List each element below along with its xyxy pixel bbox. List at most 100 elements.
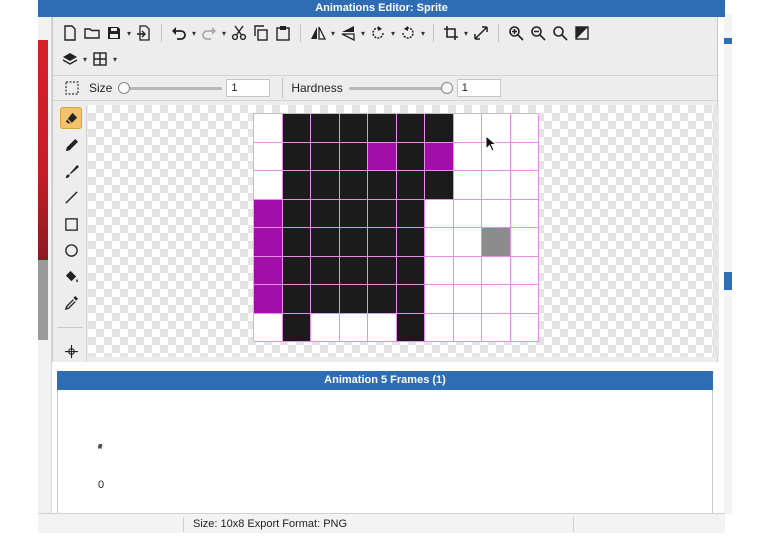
ellipse-icon[interactable]	[60, 239, 82, 261]
pixel-cell[interactable]	[396, 313, 425, 342]
pixel-cell[interactable]	[339, 313, 368, 342]
pixel-cell[interactable]	[254, 171, 283, 200]
pixel-cell[interactable]	[396, 114, 425, 143]
pixel-cell[interactable]	[425, 285, 454, 314]
pixel-cell[interactable]	[368, 171, 397, 200]
fill-bucket-icon[interactable]	[60, 265, 82, 287]
pixel-cell[interactable]	[425, 313, 454, 342]
pixel-cell[interactable]	[453, 256, 482, 285]
pixel-cell[interactable]	[311, 228, 340, 257]
pixel-cell[interactable]	[339, 114, 368, 143]
zoom-out-icon[interactable]	[527, 22, 549, 44]
open-folder-icon[interactable]	[81, 22, 103, 44]
redo-dropdown-caret-icon[interactable]: ▾	[220, 29, 228, 38]
pixel-cell[interactable]	[396, 228, 425, 257]
grid-icon[interactable]	[89, 48, 111, 70]
pixel-cell[interactable]	[396, 285, 425, 314]
pixel-cell[interactable]	[510, 199, 539, 228]
pixel-cell[interactable]	[368, 142, 397, 171]
pixel-cell[interactable]	[368, 285, 397, 314]
pixel-cell[interactable]	[482, 256, 511, 285]
pixel-cell[interactable]	[425, 142, 454, 171]
flip-h-dropdown-caret-icon[interactable]: ▾	[329, 29, 337, 38]
pixel-cell[interactable]	[453, 114, 482, 143]
pixel-cell[interactable]	[482, 228, 511, 257]
pixel-cell[interactable]	[396, 199, 425, 228]
pixel-cell[interactable]	[254, 199, 283, 228]
cut-icon[interactable]	[228, 22, 250, 44]
pixel-cell[interactable]	[453, 142, 482, 171]
pixel-cell[interactable]	[368, 114, 397, 143]
flip-vertical-icon[interactable]	[337, 22, 359, 44]
pixel-cell[interactable]	[425, 171, 454, 200]
pixel-cell[interactable]	[254, 313, 283, 342]
rotate-right-dropdown-caret-icon[interactable]: ▾	[419, 29, 427, 38]
pixel-cell[interactable]	[368, 256, 397, 285]
pixel-cell[interactable]	[282, 114, 311, 143]
zoom-in-icon[interactable]	[505, 22, 527, 44]
pixel-cell[interactable]	[282, 256, 311, 285]
pixel-cell[interactable]	[396, 142, 425, 171]
pixel-cell[interactable]	[482, 199, 511, 228]
pixel-cell[interactable]	[254, 114, 283, 143]
pencil-icon[interactable]	[60, 134, 82, 156]
rectangle-icon[interactable]	[60, 213, 82, 235]
pixel-cell[interactable]	[311, 313, 340, 342]
undo-dropdown-caret-icon[interactable]: ▾	[190, 29, 198, 38]
pixel-cell[interactable]	[339, 256, 368, 285]
pixel-cell[interactable]	[482, 285, 511, 314]
pixel-cell[interactable]	[510, 256, 539, 285]
pixel-cell[interactable]	[368, 313, 397, 342]
pixel-cell[interactable]	[453, 171, 482, 200]
layers-dropdown-caret-icon[interactable]: ▾	[81, 55, 89, 64]
pixel-cell[interactable]	[425, 228, 454, 257]
pixel-cell[interactable]	[339, 142, 368, 171]
rotate-right-icon[interactable]	[397, 22, 419, 44]
pixel-cell[interactable]	[396, 171, 425, 200]
pixel-cell[interactable]	[510, 313, 539, 342]
pixel-cell[interactable]	[282, 142, 311, 171]
pixel-cell[interactable]	[396, 256, 425, 285]
pixel-cell[interactable]	[282, 285, 311, 314]
export-icon[interactable]	[133, 22, 155, 44]
pixel-cell[interactable]	[482, 171, 511, 200]
size-value-field[interactable]: 1	[226, 79, 271, 97]
pixel-cell[interactable]	[311, 171, 340, 200]
rotate-left-icon[interactable]	[367, 22, 389, 44]
pixel-cell[interactable]	[453, 228, 482, 257]
pixel-cell[interactable]	[482, 313, 511, 342]
crop-dropdown-caret-icon[interactable]: ▾	[462, 29, 470, 38]
pixel-cell[interactable]	[282, 199, 311, 228]
pixel-cell[interactable]	[453, 285, 482, 314]
zoom-fit-icon[interactable]	[549, 22, 571, 44]
invert-icon[interactable]	[571, 22, 593, 44]
pixel-cell[interactable]	[254, 142, 283, 171]
pixel-cell[interactable]	[311, 142, 340, 171]
canvas-area[interactable]	[88, 105, 713, 357]
pixel-cell[interactable]	[339, 199, 368, 228]
pixel-cell[interactable]	[453, 199, 482, 228]
flip-horizontal-icon[interactable]	[307, 22, 329, 44]
size-slider[interactable]	[118, 82, 223, 94]
paste-icon[interactable]	[272, 22, 294, 44]
pixel-cell[interactable]	[311, 199, 340, 228]
rotate-left-dropdown-caret-icon[interactable]: ▾	[389, 29, 397, 38]
crop-icon[interactable]	[440, 22, 462, 44]
pixel-cell[interactable]	[368, 199, 397, 228]
pixel-cell[interactable]	[425, 256, 454, 285]
pixel-cell[interactable]	[282, 171, 311, 200]
hardness-slider[interactable]	[348, 82, 453, 94]
flip-v-dropdown-caret-icon[interactable]: ▾	[359, 29, 367, 38]
pixel-cell[interactable]	[510, 142, 539, 171]
pixel-cell[interactable]	[510, 171, 539, 200]
pixel-cell[interactable]	[453, 313, 482, 342]
pixel-cell[interactable]	[339, 228, 368, 257]
frame-thumbnail[interactable]	[98, 436, 104, 449]
pixel-cell[interactable]	[368, 228, 397, 257]
pixel-cell[interactable]	[254, 256, 283, 285]
size-slider-knob[interactable]	[118, 82, 131, 94]
pixel-cell[interactable]	[339, 285, 368, 314]
hardness-value-field[interactable]: 1	[456, 79, 501, 97]
save-icon[interactable]	[103, 22, 125, 44]
grid-dropdown-caret-icon[interactable]: ▾	[111, 55, 119, 64]
